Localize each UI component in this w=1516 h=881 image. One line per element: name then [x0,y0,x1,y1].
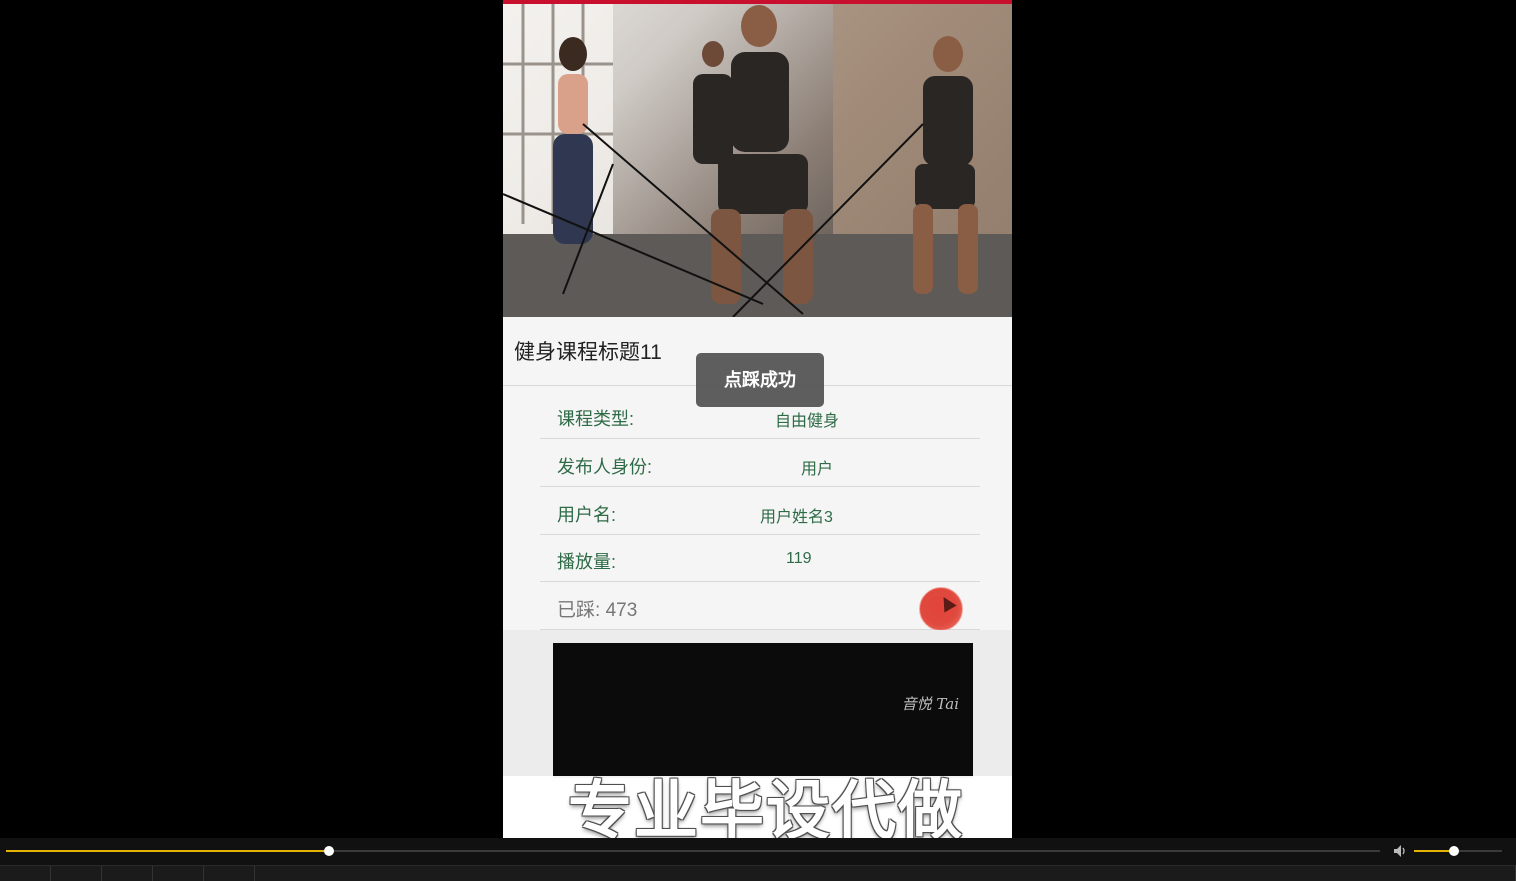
toolbar-segment[interactable] [204,866,255,881]
overlay-watermark-text: 专业毕设代做 [568,775,964,838]
video-player[interactable]: 音悦 Tai [553,643,973,778]
pointer-cursor-icon [937,593,957,613]
toolbar-segment[interactable] [51,866,102,881]
detail-row-username: 用户名: 用户姓名3 [540,487,980,535]
volume-icon[interactable] [1392,843,1408,859]
stomp-button[interactable] [919,587,963,631]
stomp-count: 473 [605,600,638,621]
detail-row-play-count: 播放量: 119 [540,534,980,582]
toolbar-segment[interactable] [1465,866,1516,881]
fitness-photo-illustration [503,4,1012,317]
volume-fill [1414,850,1454,852]
progress-bar[interactable] [6,846,1380,856]
bottom-toolbar [0,865,1516,881]
detail-row-publisher-role: 发布人身份: 用户 [540,439,980,487]
volume-thumb[interactable] [1448,846,1459,856]
toolbar-segment[interactable] [0,866,51,881]
mobile-page: 健身课程标题11 课程类型: 自由健身 发布人身份: 用户 用户名: 用户姓名3… [503,0,1012,838]
detail-label: 用户名: [557,505,617,525]
toast-message: 点踩成功 [696,353,824,407]
detail-label: 发布人身份: [557,457,653,477]
stomp-row: 已踩: 473 [540,582,980,631]
detail-value: 自由健身 [775,413,840,430]
detail-value: 用户 [801,461,834,478]
stomp-count-label: 已踩: 473 [557,600,638,621]
progress-thumb[interactable] [323,846,334,856]
detail-label: 播放量: [557,552,617,572]
toolbar-segment[interactable] [102,866,153,881]
volume-slider[interactable] [1414,846,1502,856]
detail-value: 用户姓名3 [760,509,833,526]
course-hero-image [503,4,1012,317]
toolbar-segment[interactable] [153,866,204,881]
video-watermark: 音悦 Tai [901,695,959,713]
course-title: 健身课程标题11 [514,341,662,364]
progress-fill [6,850,329,852]
detail-value: 119 [786,550,812,567]
detail-label: 课程类型: [557,409,635,429]
